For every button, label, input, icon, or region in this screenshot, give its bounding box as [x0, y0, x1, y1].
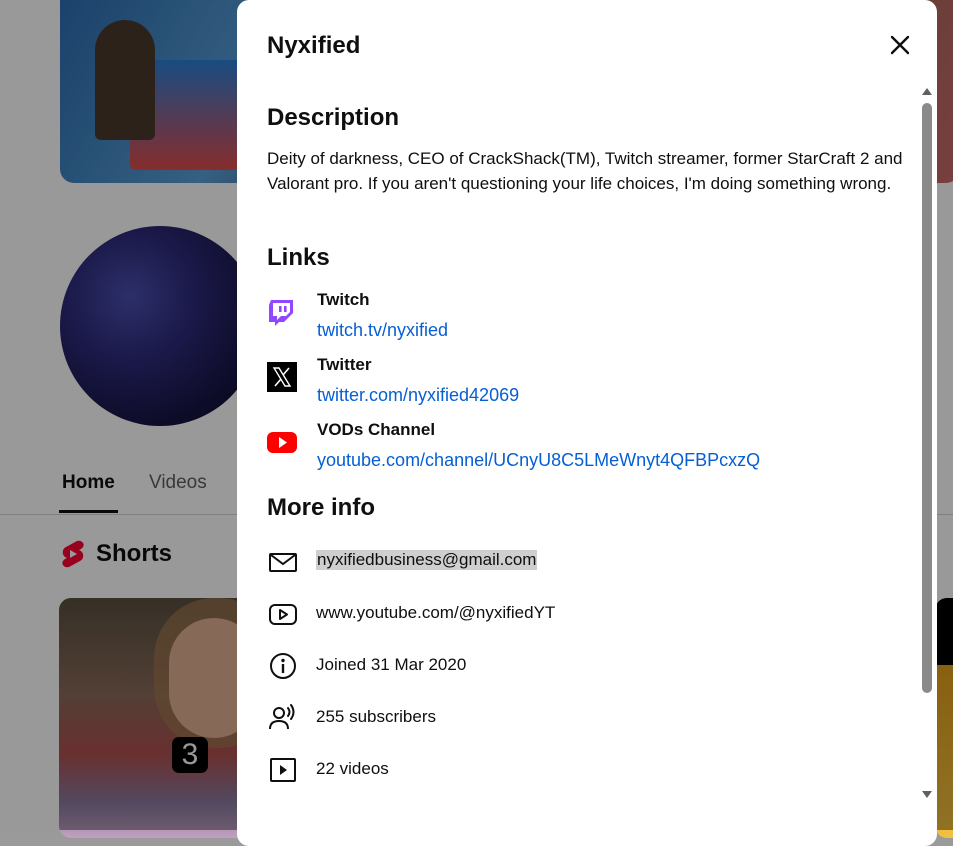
- link-name: VODs Channel: [317, 420, 436, 439]
- link-item-vods-channel: VODs Channel youtube.com/channel/UCnyU8C…: [267, 420, 907, 487]
- info-item-subscribers: 255 subscribers: [267, 702, 907, 734]
- joined-date: Joined 31 Mar 2020: [316, 655, 467, 674]
- subscriber-count: 255 subscribers: [316, 707, 437, 726]
- twitter-link[interactable]: twitter.com/nyxified42069: [317, 385, 519, 406]
- twitch-icon: [269, 300, 293, 326]
- about-dialog: Nyxified Description Deity of darkness, …: [237, 0, 937, 846]
- description-heading: Description: [267, 104, 400, 131]
- scrollbar-thumb[interactable]: [922, 103, 932, 693]
- link-name: Twitch: [317, 290, 370, 309]
- info-item-channel-url: www.youtube.com/@nyxifiedYT: [267, 598, 907, 630]
- close-icon: [890, 35, 910, 55]
- info-item-joined: Joined 31 Mar 2020: [267, 650, 907, 682]
- x-twitter-icon: [267, 362, 297, 392]
- subscribers-icon: [267, 702, 299, 734]
- videos-icon: [267, 754, 299, 786]
- info-item-email: nyxifiedbusiness@gmail.com: [267, 546, 907, 578]
- scroll-up-arrow-icon[interactable]: [921, 86, 933, 96]
- vods-channel-link[interactable]: youtube.com/channel/UCnyU8C5LMeWnyt4QFBP…: [317, 450, 760, 471]
- links-heading: Links: [267, 244, 330, 271]
- info-item-videos: 22 videos: [267, 754, 907, 786]
- mail-icon: [267, 546, 299, 578]
- business-email[interactable]: nyxifiedbusiness@gmail.com: [316, 550, 538, 570]
- link-item-twitter: Twitter twitter.com/nyxified42069: [267, 355, 907, 422]
- twitch-link[interactable]: twitch.tv/nyxified: [317, 320, 448, 341]
- scroll-down-arrow-icon[interactable]: [921, 790, 933, 800]
- dialog-title: Nyxified: [267, 32, 361, 59]
- channel-url-icon: [267, 598, 299, 630]
- channel-description: Deity of darkness, CEO of CrackShack(TM)…: [267, 149, 903, 193]
- close-button[interactable]: [885, 30, 915, 60]
- link-item-twitch: Twitch twitch.tv/nyxified: [267, 290, 907, 357]
- channel-url[interactable]: www.youtube.com/@nyxifiedYT: [316, 603, 555, 623]
- youtube-icon: [267, 432, 297, 453]
- link-name: Twitter: [317, 355, 372, 374]
- info-icon: [267, 650, 299, 682]
- more-info-heading: More info: [267, 494, 375, 521]
- video-count: 22 videos: [316, 759, 389, 778]
